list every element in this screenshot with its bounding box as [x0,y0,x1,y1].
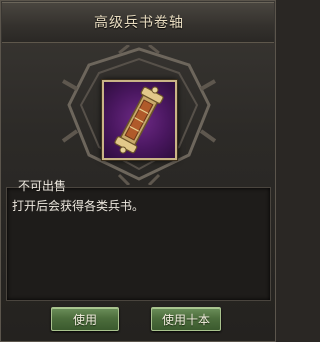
use-ten-button[interactable]: 使用十本 [151,307,221,331]
title-bar: 高级兵书卷轴 [2,2,274,43]
dialog-title: 高级兵书卷轴 [94,15,184,31]
item-dialog: 高级兵书卷轴 不可出售 打开后会获得各类兵书。 使用 使用十本 [0,0,276,342]
description-unsellable: 不可出售 [18,179,67,193]
description-effect: 打开后会获得各类兵书。 [12,199,145,213]
scroll-icon [114,86,164,154]
item-icon-slot[interactable] [102,80,177,160]
use-button[interactable]: 使用 [51,307,119,331]
